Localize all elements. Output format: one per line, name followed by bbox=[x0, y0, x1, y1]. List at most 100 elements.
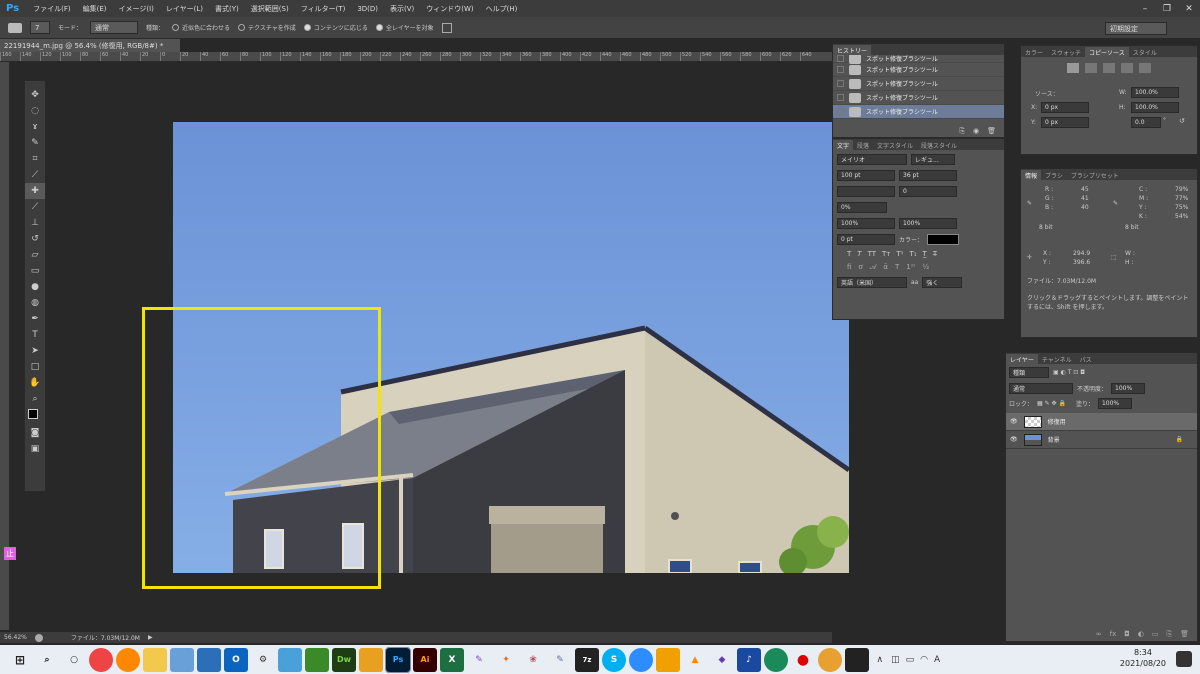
swash-icon[interactable]: 𝒜 bbox=[870, 263, 877, 272]
7zip-icon[interactable]: 7z bbox=[575, 647, 599, 672]
offset-y-field[interactable]: 0 px bbox=[1041, 117, 1089, 128]
workspace-select[interactable]: 初期設定 bbox=[1105, 22, 1167, 35]
brush-tool-icon[interactable]: ⟋ bbox=[25, 199, 45, 215]
content-aware-radio[interactable]: コンテンツに応じる bbox=[303, 23, 368, 32]
tab-paths[interactable]: パス bbox=[1076, 354, 1096, 364]
layer-filter-select[interactable]: 種類 bbox=[1009, 367, 1049, 378]
excel-icon[interactable]: X bbox=[440, 647, 464, 672]
eyedropper-tool-icon[interactable]: ⟋ bbox=[25, 167, 45, 183]
layer-style-icon[interactable]: fx bbox=[1110, 630, 1117, 639]
eyedropper-rgb-icon[interactable]: ✎ bbox=[1027, 200, 1032, 207]
settings-gear-icon[interactable]: ⚙ bbox=[251, 648, 275, 672]
notepad-icon[interactable] bbox=[170, 647, 194, 672]
menu-window[interactable]: ウィンドウ(W) bbox=[420, 4, 479, 14]
baseline-shift-field[interactable]: 0 pt bbox=[837, 234, 895, 245]
share-icon[interactable] bbox=[34, 633, 43, 642]
pressure-icon[interactable] bbox=[441, 22, 452, 33]
leading-field[interactable]: 36 pt bbox=[899, 170, 957, 181]
butterfly-icon[interactable]: ✦ bbox=[494, 648, 518, 672]
discretionary-icon[interactable]: ơ bbox=[858, 263, 862, 272]
delete-layer-icon[interactable]: 🗑 bbox=[1180, 630, 1189, 639]
marquee-tool-icon[interactable]: ◌ bbox=[25, 103, 45, 119]
tray-ime-icon[interactable]: A bbox=[934, 655, 940, 665]
move-tool-icon[interactable]: ✥ bbox=[25, 87, 45, 103]
tray-battery-icon[interactable]: ▭ bbox=[906, 655, 915, 665]
subscript-icon[interactable]: T₁ bbox=[909, 250, 916, 258]
foreground-color-swatch[interactable] bbox=[28, 409, 38, 419]
history-item[interactable]: スポット修復ブラシツール bbox=[833, 63, 1004, 77]
search-icon[interactable]: ⌕ bbox=[35, 648, 59, 672]
font-style-select[interactable]: レギュ... bbox=[911, 154, 955, 165]
blur-tool-icon[interactable]: ● bbox=[25, 279, 45, 295]
tracking-field[interactable]: 0 bbox=[899, 186, 957, 197]
eyedropper-cmyk-icon[interactable]: ✎ bbox=[1113, 200, 1118, 207]
app-icon[interactable]: ❀ bbox=[521, 648, 545, 672]
tab-color[interactable]: カラー bbox=[1021, 47, 1047, 57]
firefox-icon[interactable] bbox=[116, 647, 140, 672]
text-color-swatch[interactable] bbox=[927, 234, 960, 245]
clone-source-slot-icon[interactable] bbox=[1085, 63, 1097, 73]
tray-network-icon[interactable]: ◫ bbox=[891, 655, 900, 665]
tab-channels[interactable]: チャンネル bbox=[1038, 354, 1076, 364]
dreamweaver-icon[interactable]: Dw bbox=[332, 647, 356, 672]
offset-x-field[interactable]: 0 px bbox=[1041, 102, 1089, 113]
clone-source-slot-icon[interactable] bbox=[1121, 63, 1133, 73]
horizontal-scale-field[interactable]: 100% bbox=[899, 218, 957, 229]
illustrator-icon[interactable]: Ai bbox=[413, 647, 437, 672]
superscript-icon[interactable]: T¹ bbox=[896, 250, 903, 258]
clone-source-slot-icon[interactable] bbox=[1103, 63, 1115, 73]
tab-brush[interactable]: ブラシ bbox=[1041, 170, 1067, 180]
layer-row[interactable]: 👁 背景 🔒 bbox=[1006, 431, 1197, 449]
trash-icon[interactable]: 🗑 bbox=[987, 127, 996, 136]
app-icon[interactable] bbox=[359, 647, 383, 672]
ordinal-icon[interactable]: 1ˢᵗ bbox=[906, 263, 915, 272]
zoom-icon[interactable] bbox=[629, 647, 653, 672]
small-caps-icon[interactable]: Tт bbox=[882, 250, 890, 258]
clone-source-slot-icon[interactable] bbox=[1139, 63, 1151, 73]
stamp-tool-icon[interactable]: ⊥ bbox=[25, 215, 45, 231]
menu-edit[interactable]: 編集(E) bbox=[77, 4, 113, 14]
visibility-eye-icon[interactable]: 👁 bbox=[1010, 436, 1018, 443]
notification-icon[interactable] bbox=[1176, 651, 1192, 667]
quick-select-tool-icon[interactable]: ✎ bbox=[25, 135, 45, 151]
reset-transform-icon[interactable]: ↺ bbox=[1179, 117, 1185, 125]
clone-source-slot-icon[interactable] bbox=[1067, 63, 1079, 73]
faux-italic-icon[interactable]: T bbox=[857, 250, 861, 258]
maximize-icon[interactable]: ❐ bbox=[1156, 0, 1178, 17]
tab-clone-source[interactable]: コピーソース bbox=[1085, 47, 1129, 57]
app-icon[interactable] bbox=[845, 647, 869, 672]
tab-swatches[interactable]: スウォッチ bbox=[1047, 47, 1085, 57]
cortana-icon[interactable]: ○ bbox=[62, 648, 86, 672]
history-item[interactable]: スポット修復ブラシツール bbox=[833, 91, 1004, 105]
outlook-icon[interactable]: O bbox=[224, 647, 248, 672]
app-icon[interactable] bbox=[818, 647, 842, 672]
new-document-icon[interactable]: ⎘ bbox=[959, 127, 965, 136]
kerning-field[interactable] bbox=[837, 186, 895, 197]
fill-field[interactable]: 100% bbox=[1097, 398, 1132, 409]
layer-row[interactable]: 👁 修復用 bbox=[1006, 413, 1197, 431]
dodge-tool-icon[interactable]: ◍ bbox=[25, 295, 45, 311]
hand-tool-icon[interactable]: ✋ bbox=[25, 375, 45, 391]
tab-layers[interactable]: レイヤー bbox=[1006, 354, 1038, 364]
zoom-tool-icon[interactable]: ⌕ bbox=[25, 391, 45, 407]
status-menu-arrow-icon[interactable]: ▶ bbox=[148, 634, 153, 641]
app-icon[interactable] bbox=[764, 647, 788, 672]
lasso-tool-icon[interactable]: ɤ bbox=[25, 119, 45, 135]
tab-brush-presets[interactable]: ブラシプリセット bbox=[1067, 170, 1123, 180]
file-explorer-icon[interactable] bbox=[143, 647, 167, 672]
tab-styles[interactable]: スタイル bbox=[1129, 47, 1161, 57]
app-icon[interactable] bbox=[656, 647, 680, 672]
lock-icons[interactable]: ▦ ✎ ✥ 🔒 bbox=[1037, 400, 1066, 407]
underline-icon[interactable]: T̲ bbox=[923, 250, 927, 258]
app-icon[interactable]: ◆ bbox=[710, 648, 734, 672]
strikethrough-icon[interactable]: T̶ bbox=[933, 250, 937, 258]
pen-tool-icon[interactable]: ✒ bbox=[25, 311, 45, 327]
document-tab[interactable]: 22191944_m.jpg @ 56.4% (修復用, RGB/8#) * bbox=[0, 39, 180, 52]
tsume-field[interactable]: 0% bbox=[837, 202, 887, 213]
skype-icon[interactable]: S bbox=[602, 647, 626, 672]
menu-3d[interactable]: 3D(D) bbox=[351, 5, 384, 13]
blend-mode-select[interactable]: 通常 bbox=[1009, 383, 1073, 394]
angle-field[interactable]: 0.0 bbox=[1131, 117, 1161, 128]
sample-all-layers-checkbox[interactable]: 全レイヤーを対象 bbox=[375, 23, 434, 32]
history-item[interactable]: スポット修復ブラシツール bbox=[833, 77, 1004, 91]
